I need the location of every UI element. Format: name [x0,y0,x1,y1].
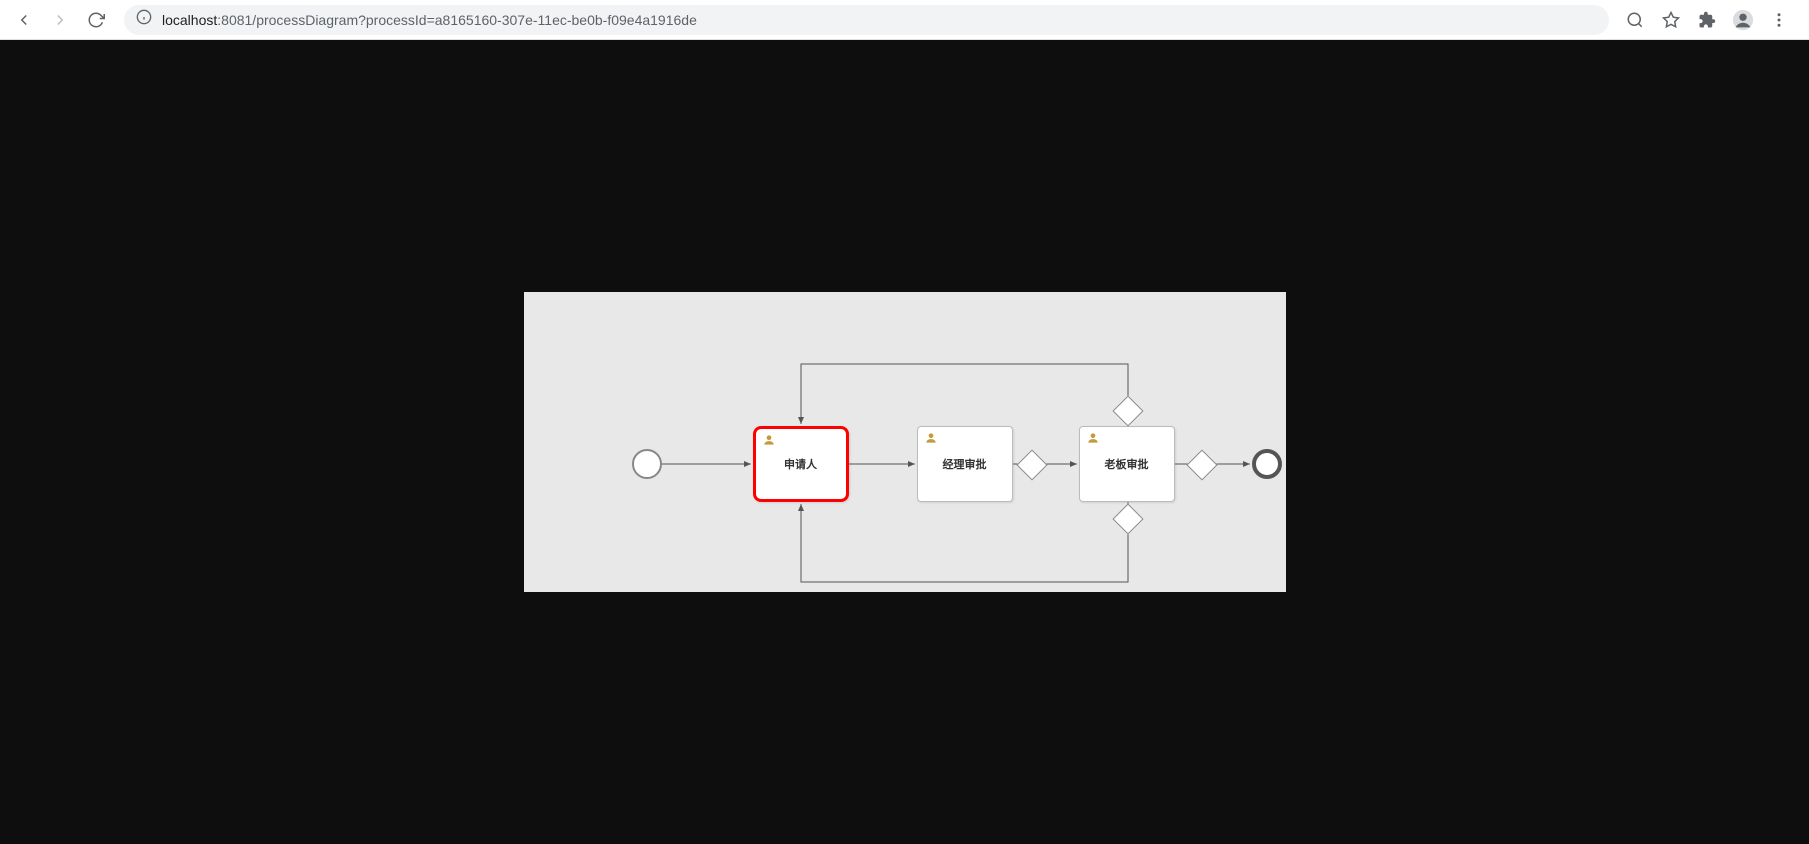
task-label: 经理审批 [943,456,987,472]
menu-icon[interactable] [1765,6,1793,34]
gateway-4 [1186,449,1217,480]
gateway-1 [1016,449,1047,480]
task-label: 老板审批 [1105,456,1149,472]
user-icon [924,431,938,445]
forward-button[interactable] [44,4,76,36]
task-manager-approval: 经理审批 [917,426,1013,502]
url-text: localhost:8081/processDiagram?processId=… [162,12,697,28]
user-icon [762,433,776,447]
task-label: 申请人 [784,456,817,472]
browser-toolbar: localhost:8081/processDiagram?processId=… [0,0,1809,40]
zoom-icon[interactable] [1621,6,1649,34]
content-area: 申请人 经理审批 老板审批 [0,40,1809,844]
address-bar[interactable]: localhost:8081/processDiagram?processId=… [124,5,1609,35]
profile-avatar-icon[interactable] [1729,6,1757,34]
bookmark-star-icon[interactable] [1657,6,1685,34]
toolbar-right [1621,6,1801,34]
user-icon [1086,431,1100,445]
gateway-2 [1112,395,1143,426]
process-diagram: 申请人 经理审批 老板审批 [524,292,1286,592]
gateway-3 [1112,503,1143,534]
end-event [1252,449,1282,479]
reload-button[interactable] [80,4,112,36]
task-boss-approval: 老板审批 [1079,426,1175,502]
start-event [632,449,662,479]
site-info-icon[interactable] [136,9,152,30]
back-button[interactable] [8,4,40,36]
task-applicant: 申请人 [753,426,849,502]
extensions-icon[interactable] [1693,6,1721,34]
